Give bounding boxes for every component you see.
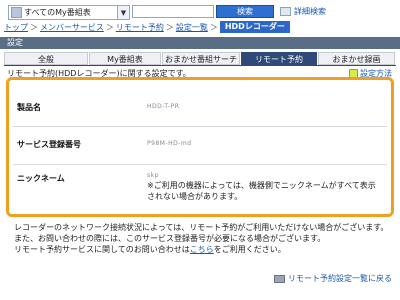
breadcrumb: トップ ＞ メンバーサービス ＞ リモート予約 ＞ 設定一覧 ＞ HDDレコーダ… bbox=[4, 21, 290, 33]
search-bar: すべてのMy番組表 ▼ 検索 詳細検索 bbox=[4, 4, 396, 20]
tab-underline bbox=[4, 65, 396, 66]
product-name-value: HDD-T-PR bbox=[147, 103, 180, 110]
nickname-note: ※ご利用の機器によっては、機器側でニックネームがすべて表示されない場合があります… bbox=[147, 181, 376, 201]
advanced-search-icon bbox=[280, 7, 291, 16]
breadcrumb-settings-list[interactable]: 設定一覧 bbox=[176, 22, 208, 33]
breadcrumb-top[interactable]: トップ bbox=[4, 22, 28, 33]
breadcrumb-separator: ＞ bbox=[165, 22, 174, 32]
breadcrumb-current: HDDレコーダー bbox=[219, 21, 290, 33]
advanced-search-link[interactable]: 詳細検索 bbox=[280, 6, 326, 17]
back-arrow-icon bbox=[274, 274, 285, 283]
product-name-row: 製品名 HDD-T-PR bbox=[13, 88, 387, 127]
tab-auto-program-search[interactable]: おまかせ番組サーチ bbox=[162, 52, 240, 65]
service-id-row: サービス登録番号 P98M-HD-md bbox=[13, 126, 387, 165]
breadcrumb-remote-reservation[interactable]: リモート予約 bbox=[116, 22, 164, 33]
nickname-row: ニックネーム skp ※ご利用の機器によっては、機器側でニックネームがすべて表示… bbox=[13, 164, 387, 210]
service-id-label: サービス登録番号 bbox=[17, 140, 81, 149]
nickname-value: skp bbox=[147, 172, 159, 179]
tab-remote-reservation[interactable]: リモート予約 bbox=[241, 52, 317, 65]
search-scope-select[interactable]: すべてのMy番組表 ▼ bbox=[8, 5, 130, 20]
footer-note-line2: また、お問い合わせの際には、このサービス登録番号が必要になる場合がございます。 bbox=[14, 234, 326, 243]
search-input[interactable] bbox=[132, 5, 214, 18]
tv-guide-icon bbox=[11, 7, 22, 18]
settings-tabs: 全般 My番組表 おまかせ番組サーチ リモート予約 おまかせ録画 bbox=[4, 52, 396, 65]
tab-auto-recording[interactable]: おまかせ録画 bbox=[318, 52, 395, 65]
contact-link[interactable]: こちら bbox=[190, 245, 214, 254]
product-name-label: 製品名 bbox=[17, 103, 41, 112]
footer-notes: レコーダーのネットワーク接続状況によっては、リモート予約がご利用いただけない場合… bbox=[14, 222, 388, 255]
settings-header: 設定 bbox=[0, 37, 400, 49]
advanced-search-label: 詳細検索 bbox=[294, 7, 326, 16]
tab-general[interactable]: 全般 bbox=[4, 52, 88, 65]
nickname-label: ニックネーム bbox=[17, 174, 65, 183]
breadcrumb-member-service[interactable]: メンバーサービス bbox=[40, 22, 104, 33]
breadcrumb-separator: ＞ bbox=[105, 22, 114, 32]
search-button[interactable]: 検索 bbox=[216, 5, 274, 18]
footer-note-line1: レコーダーのネットワーク接続状況によっては、リモート予約がご利用いただけない場合… bbox=[14, 223, 389, 232]
device-info-panel: 製品名 HDD-T-PR サービス登録番号 P98M-HD-md ニックネーム … bbox=[6, 77, 394, 217]
search-scope-value: すべてのMy番組表 bbox=[24, 8, 91, 17]
breadcrumb-separator: ＞ bbox=[209, 22, 218, 32]
service-id-value: P98M-HD-md bbox=[147, 140, 192, 147]
footer-note-line3: リモート予約サービスに関してのお問い合わせはこちらをご利用ください。 bbox=[14, 244, 388, 255]
back-to-settings-link[interactable]: リモート予約設定一覧に戻る bbox=[274, 273, 392, 284]
chevron-down-icon[interactable]: ▼ bbox=[117, 6, 129, 19]
footer-note-line3-prefix: リモート予約サービスに関してのお問い合わせは bbox=[14, 245, 190, 254]
breadcrumb-separator: ＞ bbox=[30, 22, 38, 32]
tab-my-program-guide[interactable]: My番組表 bbox=[89, 52, 161, 65]
back-link-label: リモート予約設定一覧に戻る bbox=[288, 274, 392, 283]
footer-note-line3-suffix: をご利用ください。 bbox=[213, 245, 286, 254]
